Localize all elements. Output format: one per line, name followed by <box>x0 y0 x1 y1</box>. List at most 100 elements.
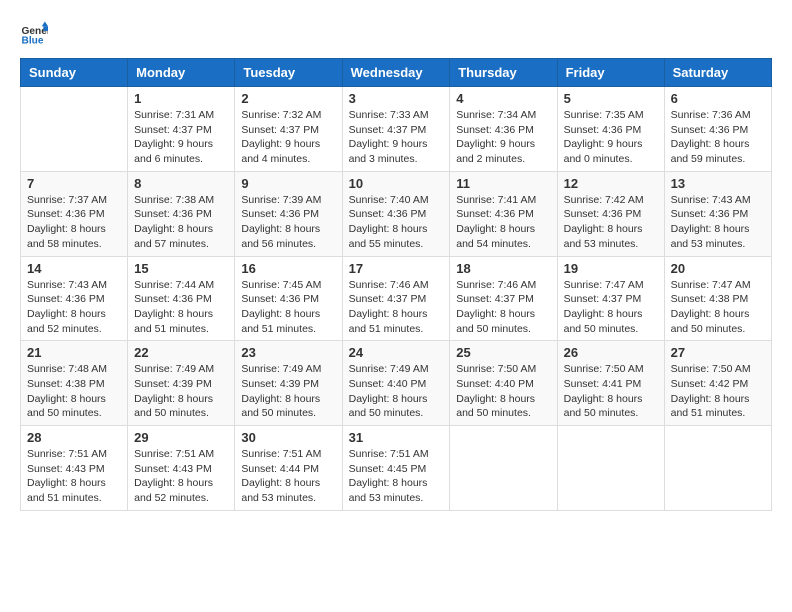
day-info: Sunrise: 7:50 AMSunset: 4:41 PMDaylight:… <box>564 362 658 421</box>
calendar-cell: 14 Sunrise: 7:43 AMSunset: 4:36 PMDayligh… <box>21 256 128 341</box>
day-number: 10 <box>349 176 444 191</box>
calendar-week-1: 1 Sunrise: 7:31 AMSunset: 4:37 PMDaylight… <box>21 87 772 172</box>
day-number: 3 <box>349 91 444 106</box>
weekday-header-tuesday: Tuesday <box>235 59 342 87</box>
day-info: Sunrise: 7:46 AMSunset: 4:37 PMDaylight:… <box>456 278 550 337</box>
calendar-cell: 27 Sunrise: 7:50 AMSunset: 4:42 PMDayligh… <box>664 341 771 426</box>
calendar-cell <box>664 426 771 511</box>
day-number: 21 <box>27 345 121 360</box>
day-number: 26 <box>564 345 658 360</box>
weekday-header-sunday: Sunday <box>21 59 128 87</box>
day-info: Sunrise: 7:51 AMSunset: 4:43 PMDaylight:… <box>134 447 228 506</box>
calendar-table: SundayMondayTuesdayWednesdayThursdayFrid… <box>20 58 772 511</box>
day-number: 15 <box>134 261 228 276</box>
weekday-header-saturday: Saturday <box>664 59 771 87</box>
day-number: 14 <box>27 261 121 276</box>
day-info: Sunrise: 7:33 AMSunset: 4:37 PMDaylight:… <box>349 108 444 167</box>
calendar-cell <box>21 87 128 172</box>
svg-text:Blue: Blue <box>22 35 44 46</box>
weekday-header-friday: Friday <box>557 59 664 87</box>
day-number: 12 <box>564 176 658 191</box>
day-number: 27 <box>671 345 765 360</box>
calendar-cell: 28Sunrise: 7:51 AMSunset: 4:43 PMDayligh… <box>21 426 128 511</box>
day-info: Sunrise: 7:50 AMSunset: 4:40 PMDaylight:… <box>456 362 550 421</box>
calendar-cell: 8 Sunrise: 7:38 AMSunset: 4:36 PMDaylight… <box>128 171 235 256</box>
day-number: 25 <box>456 345 550 360</box>
day-number: 4 <box>456 91 550 106</box>
day-number: 9 <box>241 176 335 191</box>
calendar-cell: 17Sunrise: 7:46 AMSunset: 4:37 PMDayligh… <box>342 256 450 341</box>
calendar-cell: 21 Sunrise: 7:48 AMSunset: 4:38 PMDayligh… <box>21 341 128 426</box>
day-number: 7 <box>27 176 121 191</box>
day-info: Sunrise: 7:34 AMSunset: 4:36 PMDaylight:… <box>456 108 550 167</box>
day-info: Sunrise: 7:31 AMSunset: 4:37 PMDaylight:… <box>134 108 228 167</box>
calendar-cell: 22Sunrise: 7:49 AMSunset: 4:39 PMDayligh… <box>128 341 235 426</box>
calendar-week-5: 28Sunrise: 7:51 AMSunset: 4:43 PMDayligh… <box>21 426 772 511</box>
day-info: Sunrise: 7:51 AMSunset: 4:43 PMDaylight:… <box>27 447 121 506</box>
calendar-cell: 10 Sunrise: 7:40 AMSunset: 4:36 PMDayligh… <box>342 171 450 256</box>
day-info: Sunrise: 7:40 AMSunset: 4:36 PMDaylight:… <box>349 193 444 252</box>
calendar-cell: 7 Sunrise: 7:37 AMSunset: 4:36 PMDaylight… <box>21 171 128 256</box>
calendar-cell: 1 Sunrise: 7:31 AMSunset: 4:37 PMDaylight… <box>128 87 235 172</box>
calendar-cell: 24 Sunrise: 7:49 AMSunset: 4:40 PMDayligh… <box>342 341 450 426</box>
calendar-cell: 3 Sunrise: 7:33 AMSunset: 4:37 PMDaylight… <box>342 87 450 172</box>
day-info: Sunrise: 7:38 AMSunset: 4:36 PMDaylight:… <box>134 193 228 252</box>
day-info: Sunrise: 7:37 AMSunset: 4:36 PMDaylight:… <box>27 193 121 252</box>
day-number: 20 <box>671 261 765 276</box>
day-info: Sunrise: 7:42 AMSunset: 4:36 PMDaylight:… <box>564 193 658 252</box>
logo: General Blue <box>20 20 52 48</box>
calendar-week-4: 21 Sunrise: 7:48 AMSunset: 4:38 PMDayligh… <box>21 341 772 426</box>
day-info: Sunrise: 7:36 AMSunset: 4:36 PMDaylight:… <box>671 108 765 167</box>
day-info: Sunrise: 7:49 AMSunset: 4:40 PMDaylight:… <box>349 362 444 421</box>
calendar-cell: 4 Sunrise: 7:34 AMSunset: 4:36 PMDaylight… <box>450 87 557 172</box>
day-info: Sunrise: 7:41 AMSunset: 4:36 PMDaylight:… <box>456 193 550 252</box>
calendar-cell: 5 Sunrise: 7:35 AMSunset: 4:36 PMDaylight… <box>557 87 664 172</box>
day-number: 11 <box>456 176 550 191</box>
calendar-cell <box>557 426 664 511</box>
calendar-cell: 11 Sunrise: 7:41 AMSunset: 4:36 PMDayligh… <box>450 171 557 256</box>
calendar-cell: 2 Sunrise: 7:32 AMSunset: 4:37 PMDaylight… <box>235 87 342 172</box>
calendar-cell: 13 Sunrise: 7:43 AMSunset: 4:36 PMDayligh… <box>664 171 771 256</box>
day-number: 1 <box>134 91 228 106</box>
day-number: 31 <box>349 430 444 445</box>
calendar-cell: 18 Sunrise: 7:46 AMSunset: 4:37 PMDayligh… <box>450 256 557 341</box>
day-number: 24 <box>349 345 444 360</box>
day-info: Sunrise: 7:35 AMSunset: 4:36 PMDaylight:… <box>564 108 658 167</box>
day-info: Sunrise: 7:43 AMSunset: 4:36 PMDaylight:… <box>27 278 121 337</box>
day-info: Sunrise: 7:47 AMSunset: 4:38 PMDaylight:… <box>671 278 765 337</box>
day-info: Sunrise: 7:45 AMSunset: 4:36 PMDaylight:… <box>241 278 335 337</box>
calendar-cell: 6 Sunrise: 7:36 AMSunset: 4:36 PMDaylight… <box>664 87 771 172</box>
day-number: 18 <box>456 261 550 276</box>
day-number: 16 <box>241 261 335 276</box>
day-number: 2 <box>241 91 335 106</box>
calendar-cell: 25 Sunrise: 7:50 AMSunset: 4:40 PMDayligh… <box>450 341 557 426</box>
weekday-header-monday: Monday <box>128 59 235 87</box>
day-number: 13 <box>671 176 765 191</box>
calendar-cell: 30Sunrise: 7:51 AMSunset: 4:44 PMDayligh… <box>235 426 342 511</box>
day-info: Sunrise: 7:51 AMSunset: 4:44 PMDaylight:… <box>241 447 335 506</box>
calendar-cell: 23Sunrise: 7:49 AMSunset: 4:39 PMDayligh… <box>235 341 342 426</box>
day-info: Sunrise: 7:49 AMSunset: 4:39 PMDaylight:… <box>241 362 335 421</box>
day-number: 19 <box>564 261 658 276</box>
day-info: Sunrise: 7:43 AMSunset: 4:36 PMDaylight:… <box>671 193 765 252</box>
calendar-cell: 31Sunrise: 7:51 AMSunset: 4:45 PMDayligh… <box>342 426 450 511</box>
calendar-cell: 29 Sunrise: 7:51 AMSunset: 4:43 PMDayligh… <box>128 426 235 511</box>
day-number: 8 <box>134 176 228 191</box>
calendar-cell: 16 Sunrise: 7:45 AMSunset: 4:36 PMDayligh… <box>235 256 342 341</box>
calendar-cell: 26 Sunrise: 7:50 AMSunset: 4:41 PMDayligh… <box>557 341 664 426</box>
day-number: 5 <box>564 91 658 106</box>
day-number: 29 <box>134 430 228 445</box>
day-info: Sunrise: 7:32 AMSunset: 4:37 PMDaylight:… <box>241 108 335 167</box>
calendar-cell <box>450 426 557 511</box>
day-info: Sunrise: 7:44 AMSunset: 4:36 PMDaylight:… <box>134 278 228 337</box>
day-info: Sunrise: 7:48 AMSunset: 4:38 PMDaylight:… <box>27 362 121 421</box>
weekday-header-thursday: Thursday <box>450 59 557 87</box>
day-number: 6 <box>671 91 765 106</box>
logo-icon: General Blue <box>20 20 48 48</box>
weekday-header-wednesday: Wednesday <box>342 59 450 87</box>
calendar-cell: 9 Sunrise: 7:39 AMSunset: 4:36 PMDaylight… <box>235 171 342 256</box>
day-info: Sunrise: 7:50 AMSunset: 4:42 PMDaylight:… <box>671 362 765 421</box>
day-info: Sunrise: 7:39 AMSunset: 4:36 PMDaylight:… <box>241 193 335 252</box>
calendar-week-2: 7 Sunrise: 7:37 AMSunset: 4:36 PMDaylight… <box>21 171 772 256</box>
calendar-header-row: SundayMondayTuesdayWednesdayThursdayFrid… <box>21 59 772 87</box>
